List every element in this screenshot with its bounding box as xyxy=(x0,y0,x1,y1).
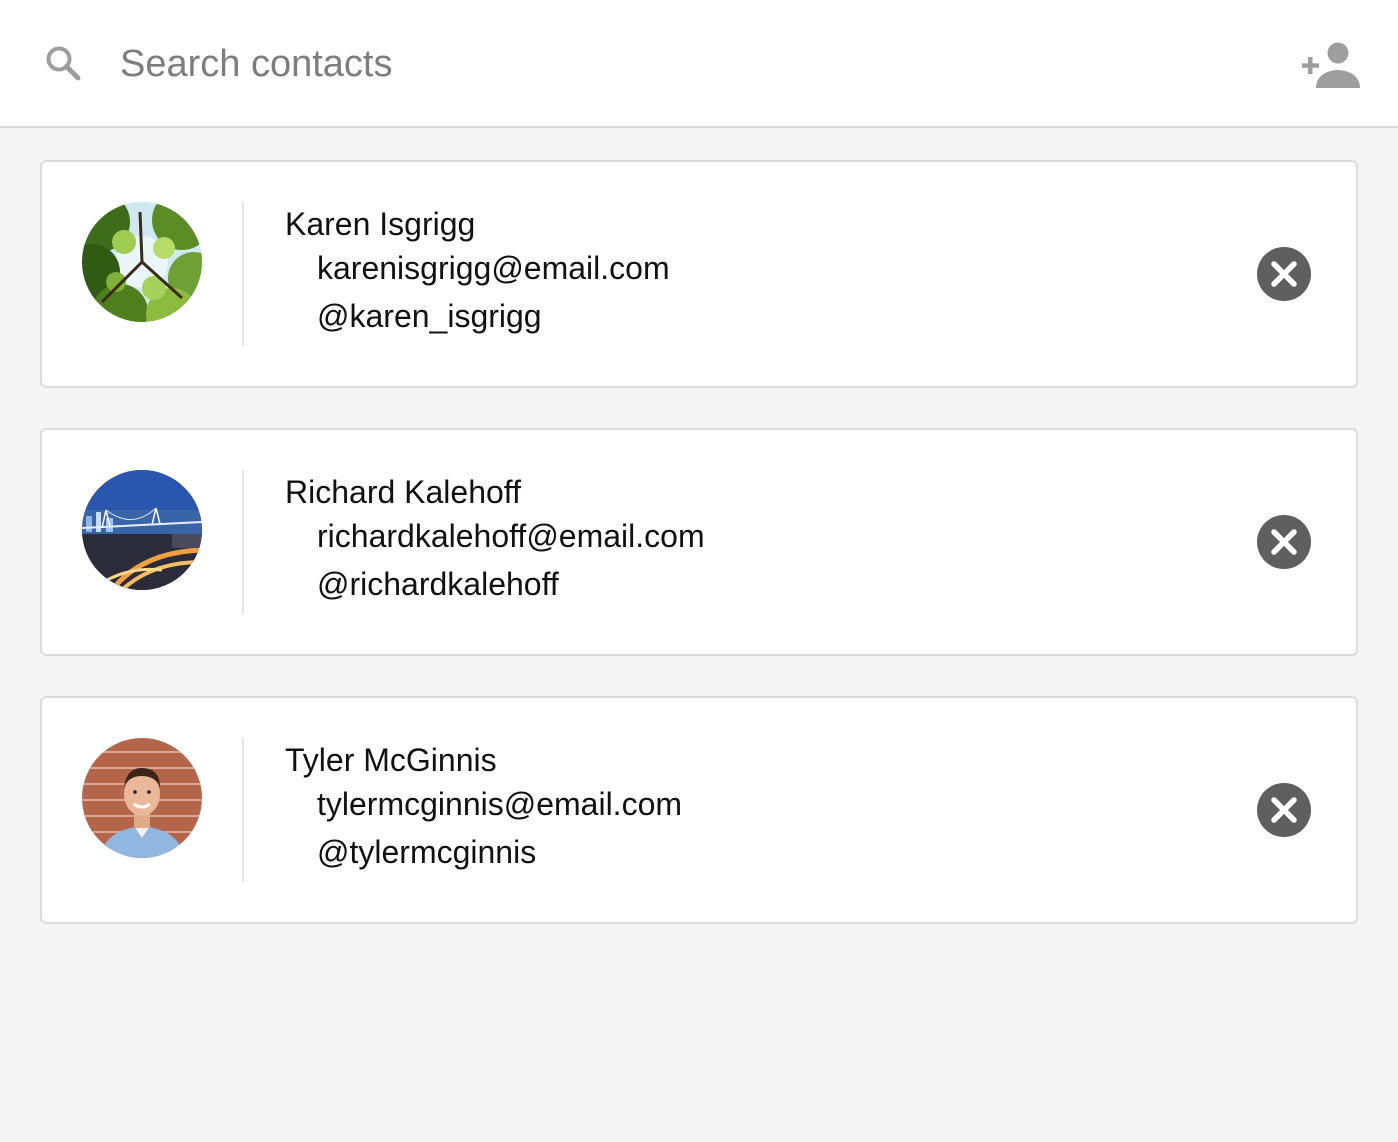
contact-details: Richard Kalehoff richardkalehoff@email.c… xyxy=(285,472,705,612)
contact-handle: @richardkalehoff xyxy=(317,566,559,602)
portrait-photo xyxy=(82,738,202,858)
close-icon xyxy=(1271,529,1297,555)
remove-contact-button[interactable] xyxy=(1257,247,1311,301)
avatar xyxy=(82,470,202,590)
contact-card: Tyler McGinnis tylermcginnis@email.com @… xyxy=(40,696,1358,924)
search-bar xyxy=(0,0,1398,128)
add-contact-button[interactable] xyxy=(1302,40,1364,90)
contact-email: tylermcginnis@email.com xyxy=(317,786,683,822)
contact-details: Karen Isgrigg karenisgrigg@email.com @ka… xyxy=(285,204,670,344)
close-icon xyxy=(1271,797,1297,823)
contact-email: karenisgrigg@email.com xyxy=(317,250,670,286)
card-divider xyxy=(242,202,244,346)
avatar xyxy=(82,738,202,858)
contact-name: Richard Kalehoff xyxy=(285,474,521,510)
search-input[interactable] xyxy=(120,36,1220,92)
avatar xyxy=(82,202,202,322)
contact-name: Tyler McGinnis xyxy=(285,742,497,778)
contact-handle: @tylermcginnis xyxy=(317,834,537,870)
contact-name: Karen Isgrigg xyxy=(285,206,476,242)
contact-email: richardkalehoff@email.com xyxy=(317,518,705,554)
remove-contact-button[interactable] xyxy=(1257,515,1311,569)
remove-contact-button[interactable] xyxy=(1257,783,1311,837)
card-divider xyxy=(242,738,244,882)
contact-handle: @karen_isgrigg xyxy=(317,298,542,334)
contact-card: Karen Isgrigg karenisgrigg@email.com @ka… xyxy=(40,160,1358,388)
tree-canopy-photo xyxy=(82,202,202,322)
contact-details: Tyler McGinnis tylermcginnis@email.com @… xyxy=(285,740,682,880)
person-add-icon xyxy=(1302,42,1360,88)
city-bridge-night-photo xyxy=(82,470,202,590)
contact-card: Richard Kalehoff richardkalehoff@email.c… xyxy=(40,428,1358,656)
search-icon xyxy=(44,44,84,84)
card-divider xyxy=(242,470,244,614)
close-icon xyxy=(1271,261,1297,287)
